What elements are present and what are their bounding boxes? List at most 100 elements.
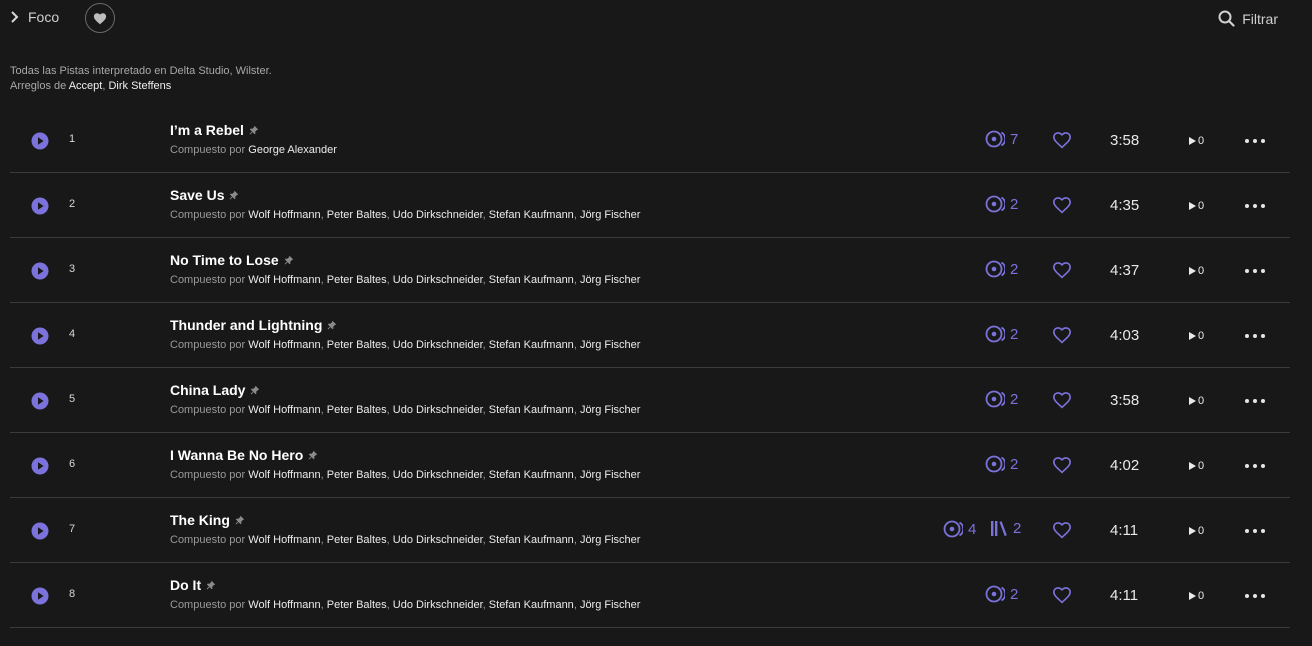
track-row[interactable]: 4 Thunder and Lightning Compuesto por Wo… xyxy=(10,303,1290,368)
heart-icon[interactable] xyxy=(1052,586,1072,604)
play-count[interactable]: 0 xyxy=(1188,525,1204,537)
play-count[interactable]: 0 xyxy=(1188,135,1204,147)
versions-count[interactable]: 2 xyxy=(985,325,1018,343)
track-row[interactable]: 1 I’m a Rebel Compuesto por George Alexa… xyxy=(10,108,1290,173)
filter-button[interactable]: Filtrar xyxy=(1218,10,1278,27)
composer-link[interactable]: Jörg Fischer xyxy=(580,599,641,611)
play-count[interactable]: 0 xyxy=(1188,590,1204,602)
composer-link[interactable]: Peter Baltes xyxy=(327,404,387,416)
heart-icon[interactable] xyxy=(1052,261,1072,279)
track-title[interactable]: China Lady xyxy=(170,382,245,398)
track-title[interactable]: No Time to Lose xyxy=(170,252,279,268)
composer-link[interactable]: Udo Dirkschneider xyxy=(393,274,483,286)
composer-link[interactable]: Stefan Kaufmann xyxy=(489,469,574,481)
heart-icon[interactable] xyxy=(1052,131,1072,149)
composer-link[interactable]: Peter Baltes xyxy=(327,469,387,481)
more-options-icon[interactable] xyxy=(1245,204,1265,208)
track-title[interactable]: Do It xyxy=(170,577,201,593)
play-icon[interactable] xyxy=(31,587,49,605)
composer-link[interactable]: Udo Dirkschneider xyxy=(393,469,483,481)
composer-link[interactable]: Udo Dirkschneider xyxy=(393,209,483,221)
more-options-icon[interactable] xyxy=(1245,334,1265,338)
composer-link[interactable]: Wolf Hoffmann xyxy=(248,469,320,481)
arranger-link[interactable]: Dirk Steffens xyxy=(108,80,171,92)
composer-link[interactable]: Stefan Kaufmann xyxy=(489,534,574,546)
heart-icon[interactable] xyxy=(1052,456,1072,474)
composer-link[interactable]: Wolf Hoffmann xyxy=(248,209,320,221)
composer-link[interactable]: Jörg Fischer xyxy=(580,339,641,351)
heart-icon[interactable] xyxy=(1052,521,1072,539)
track-row[interactable]: 5 China Lady Compuesto por Wolf Hoffmann… xyxy=(10,368,1290,433)
heart-icon[interactable] xyxy=(1052,196,1072,214)
more-options-icon[interactable] xyxy=(1245,594,1265,598)
track-row[interactable]: 8 Do It Compuesto por Wolf Hoffmann, Pet… xyxy=(10,563,1290,628)
heart-icon[interactable] xyxy=(1052,391,1072,409)
versions-count[interactable]: 7 xyxy=(985,130,1018,148)
composer-link[interactable]: Wolf Hoffmann xyxy=(248,534,320,546)
composer-link[interactable]: Wolf Hoffmann xyxy=(248,274,320,286)
composer-link[interactable]: Wolf Hoffmann xyxy=(248,339,320,351)
more-options-icon[interactable] xyxy=(1245,139,1265,143)
composer-link[interactable]: Stefan Kaufmann xyxy=(489,209,574,221)
play-icon[interactable] xyxy=(31,392,49,410)
more-options-icon[interactable] xyxy=(1245,269,1265,273)
versions-count[interactable]: 2 xyxy=(985,195,1018,213)
composer-link[interactable]: Peter Baltes xyxy=(327,209,387,221)
play-count[interactable]: 0 xyxy=(1188,265,1204,277)
composer-link[interactable]: Stefan Kaufmann xyxy=(489,599,574,611)
composer-credit: Compuesto por Wolf Hoffmann, Peter Balte… xyxy=(170,534,640,546)
play-count[interactable]: 0 xyxy=(1188,200,1204,212)
composer-link[interactable]: Jörg Fischer xyxy=(580,469,641,481)
composer-link[interactable]: George Alexander xyxy=(248,144,337,156)
composer-link[interactable]: Peter Baltes xyxy=(327,599,387,611)
play-icon[interactable] xyxy=(31,457,49,475)
composer-link[interactable]: Stefan Kaufmann xyxy=(489,339,574,351)
track-title[interactable]: Save Us xyxy=(170,187,224,203)
track-title[interactable]: The King xyxy=(170,512,230,528)
composer-link[interactable]: Jörg Fischer xyxy=(580,209,641,221)
heart-icon[interactable] xyxy=(1052,326,1072,344)
track-row[interactable]: 3 No Time to Lose Compuesto por Wolf Hof… xyxy=(10,238,1290,303)
play-count[interactable]: 0 xyxy=(1188,395,1204,407)
play-count[interactable]: 0 xyxy=(1188,460,1204,472)
versions-count[interactable]: 4 xyxy=(943,520,976,538)
composer-link[interactable]: Stefan Kaufmann xyxy=(489,404,574,416)
composer-link[interactable]: Wolf Hoffmann xyxy=(248,599,320,611)
versions-count[interactable]: 2 xyxy=(985,260,1018,278)
composer-link[interactable]: Peter Baltes xyxy=(327,274,387,286)
favorite-button[interactable] xyxy=(85,3,115,33)
track-title[interactable]: I’m a Rebel xyxy=(170,122,244,138)
composer-link[interactable]: Udo Dirkschneider xyxy=(393,534,483,546)
composer-link[interactable]: Stefan Kaufmann xyxy=(489,274,574,286)
composer-link[interactable]: Peter Baltes xyxy=(327,534,387,546)
play-icon[interactable] xyxy=(31,522,49,540)
composer-link[interactable]: Jörg Fischer xyxy=(580,274,641,286)
play-icon[interactable] xyxy=(31,132,49,150)
versions-count[interactable]: 2 xyxy=(985,455,1018,473)
more-options-icon[interactable] xyxy=(1245,529,1265,533)
composer-link[interactable]: Jörg Fischer xyxy=(580,534,641,546)
arranger-link[interactable]: Accept xyxy=(69,80,103,92)
play-icon[interactable] xyxy=(31,197,49,215)
track-title[interactable]: I Wanna Be No Hero xyxy=(170,447,303,463)
composer-link[interactable]: Peter Baltes xyxy=(327,339,387,351)
track-row[interactable]: 7 The King Compuesto por Wolf Hoffmann, … xyxy=(10,498,1290,563)
breadcrumb[interactable]: Foco xyxy=(10,9,59,25)
pin-icon xyxy=(235,515,245,525)
composer-link[interactable]: Udo Dirkschneider xyxy=(393,599,483,611)
play-icon[interactable] xyxy=(31,262,49,280)
composer-link[interactable]: Udo Dirkschneider xyxy=(393,404,483,416)
composer-link[interactable]: Jörg Fischer xyxy=(580,404,641,416)
versions-count[interactable]: 2 xyxy=(985,585,1018,603)
composer-link[interactable]: Wolf Hoffmann xyxy=(248,404,320,416)
versions-count[interactable]: 2 xyxy=(985,390,1018,408)
more-options-icon[interactable] xyxy=(1245,399,1265,403)
more-options-icon[interactable] xyxy=(1245,464,1265,468)
track-title[interactable]: Thunder and Lightning xyxy=(170,317,322,333)
albums-count[interactable]: 2 xyxy=(990,520,1021,537)
track-row[interactable]: 2 Save Us Compuesto por Wolf Hoffmann, P… xyxy=(10,173,1290,238)
composer-link[interactable]: Udo Dirkschneider xyxy=(393,339,483,351)
play-count[interactable]: 0 xyxy=(1188,330,1204,342)
play-icon[interactable] xyxy=(31,327,49,345)
track-row[interactable]: 6 I Wanna Be No Hero Compuesto por Wolf … xyxy=(10,433,1290,498)
